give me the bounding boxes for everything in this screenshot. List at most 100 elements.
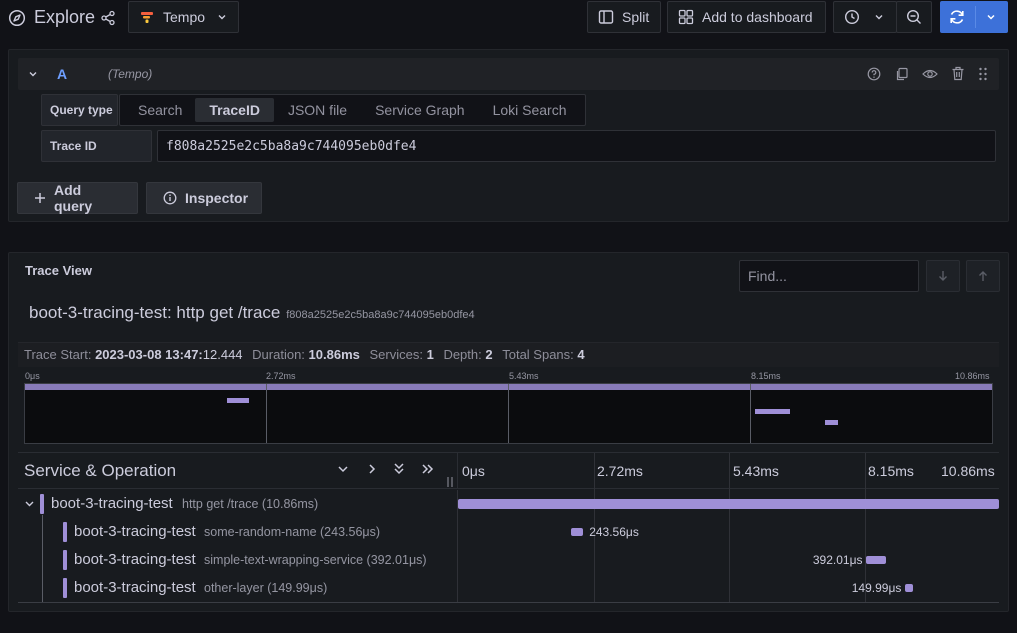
span-operation-name: http get /trace (10.86ms) xyxy=(182,497,319,511)
trace-start-time: 12.444 xyxy=(202,347,243,362)
split-label: Split xyxy=(622,9,650,25)
minimap-tick: 8.15ms xyxy=(751,371,781,381)
query-datasource-hint: (Tempo) xyxy=(108,67,153,81)
tempo-logo-icon xyxy=(139,9,155,25)
collapse-one-icon[interactable] xyxy=(337,463,349,475)
drag-handle-icon[interactable] xyxy=(978,67,988,81)
minimap-divider xyxy=(508,384,509,443)
timeline-tick: 0μs xyxy=(462,463,485,479)
run-query-button[interactable] xyxy=(940,1,1008,33)
zoom-out-icon xyxy=(906,9,922,25)
trace-stats-bar: Trace Start: 2023-03-08 13:47:12.444 Dur… xyxy=(18,342,999,367)
panel-title: Trace View xyxy=(25,263,92,278)
zoom-out-button[interactable] xyxy=(896,1,932,33)
expand-all-icon[interactable] xyxy=(421,463,435,475)
split-button[interactable]: Split xyxy=(587,1,661,33)
find-input[interactable]: Find... xyxy=(739,260,919,292)
query-row-header: A (Tempo) xyxy=(18,58,999,90)
add-to-dashboard-label: Add to dashboard xyxy=(702,9,813,25)
dashboard-grid-icon xyxy=(678,9,694,25)
query-type-label: Query type xyxy=(41,94,118,126)
query-type-service-graph[interactable]: Service Graph xyxy=(361,98,478,122)
timeline-tick: 5.43ms xyxy=(733,463,779,479)
add-query-button[interactable]: Add query xyxy=(17,182,138,214)
split-icon xyxy=(598,9,614,25)
prev-result-button[interactable] xyxy=(966,260,1000,292)
query-type-selector: Search TraceID JSON file Service Graph L… xyxy=(119,94,586,126)
query-type-search[interactable]: Search xyxy=(124,98,195,122)
span-duration-label: 243.56μs xyxy=(589,525,639,539)
span-duration-label: 149.99μs xyxy=(851,581,902,595)
share-icon[interactable] xyxy=(100,10,116,26)
next-result-button[interactable] xyxy=(926,260,960,292)
query-type-json-file[interactable]: JSON file xyxy=(274,98,361,122)
timeline-tick: 10.86ms xyxy=(941,463,995,479)
clock-icon xyxy=(844,9,860,25)
add-query-label: Add query xyxy=(54,182,93,214)
minimap-divider xyxy=(266,384,267,443)
span-service-name: boot-3-tracing-test xyxy=(74,551,196,568)
trace-start-date: 2023-03-08 13:47: xyxy=(95,347,203,362)
timeline-tick: 8.15ms xyxy=(868,463,914,479)
info-icon xyxy=(163,191,177,205)
duration-value: 10.86ms xyxy=(308,347,360,362)
collapse-chevron-icon[interactable] xyxy=(28,69,38,79)
total-spans-value: 4 xyxy=(577,347,585,362)
minimap-tick: 2.72ms xyxy=(266,371,296,381)
trace-operation-name: http get /trace xyxy=(176,303,281,322)
span-service-name: boot-3-tracing-test xyxy=(51,495,173,512)
span-service-name: boot-3-tracing-test xyxy=(74,523,196,540)
datasource-name: Tempo xyxy=(163,9,206,25)
span-tree-guide xyxy=(42,515,43,602)
minimap-tick: 5.43ms xyxy=(509,371,539,381)
arrow-down-icon xyxy=(938,270,948,282)
span-bar[interactable] xyxy=(905,584,913,592)
span-operation-name: simple-text-wrapping-service (392.01μs) xyxy=(204,553,427,567)
trace-id-small: f808a2525e2c5ba8a9c744095eb0dfe4 xyxy=(286,309,475,321)
collapse-all-icon[interactable] xyxy=(393,462,405,476)
trash-icon[interactable] xyxy=(951,66,965,81)
service-color-marker xyxy=(63,578,67,598)
trace-id-input[interactable]: f808a2525e2c5ba8a9c744095eb0dfe4 xyxy=(157,130,996,162)
expand-one-icon[interactable] xyxy=(366,463,378,475)
trace-start-label: Trace Start: xyxy=(24,347,92,362)
depth-value: 2 xyxy=(485,347,493,362)
trace-start-value: 2023-03-08 13:47:12.444 xyxy=(95,347,242,362)
help-icon[interactable] xyxy=(867,67,881,81)
query-type-loki-search[interactable]: Loki Search xyxy=(479,98,581,122)
add-to-dashboard-button[interactable]: Add to dashboard xyxy=(667,1,826,33)
trace-id-label: Trace ID xyxy=(41,130,152,162)
service-color-marker xyxy=(40,494,44,514)
services-label: Services: xyxy=(369,347,423,362)
time-range-picker[interactable] xyxy=(833,1,897,33)
query-ref-id[interactable]: A xyxy=(57,66,67,82)
title-separator: : xyxy=(166,303,177,322)
query-type-traceid[interactable]: TraceID xyxy=(195,98,274,122)
minimap-divider xyxy=(750,384,751,443)
table-bottom-border xyxy=(18,602,999,603)
eye-icon[interactable] xyxy=(922,67,938,81)
refresh-icon xyxy=(948,8,966,26)
datasource-picker[interactable]: Tempo xyxy=(128,1,239,33)
collapse-span-chevron-icon[interactable] xyxy=(24,498,35,509)
duplicate-icon[interactable] xyxy=(895,67,909,81)
minimap-tick: 0μs xyxy=(25,371,40,381)
total-spans-label: Total Spans: xyxy=(502,347,574,362)
span-duration-label: 392.01μs xyxy=(812,553,863,567)
chevron-down-icon[interactable] xyxy=(986,12,996,22)
span-operation-name: some-random-name (243.56μs) xyxy=(204,525,381,539)
trace-service-name: boot-3-tracing-test xyxy=(29,303,167,322)
inspector-button[interactable]: Inspector xyxy=(146,182,262,214)
timeline-minimap[interactable] xyxy=(24,383,993,444)
span-bar[interactable] xyxy=(458,499,999,509)
span-bar[interactable] xyxy=(571,528,584,536)
timeline-header-divider xyxy=(457,453,458,489)
plus-icon xyxy=(34,192,46,204)
column-resizer-icon[interactable] xyxy=(447,477,453,487)
compass-icon xyxy=(8,9,26,27)
span-bar[interactable] xyxy=(866,556,886,564)
divider xyxy=(975,6,976,28)
services-value: 1 xyxy=(426,347,434,362)
arrow-up-icon xyxy=(978,270,988,282)
minimap-span-bar xyxy=(755,409,791,414)
